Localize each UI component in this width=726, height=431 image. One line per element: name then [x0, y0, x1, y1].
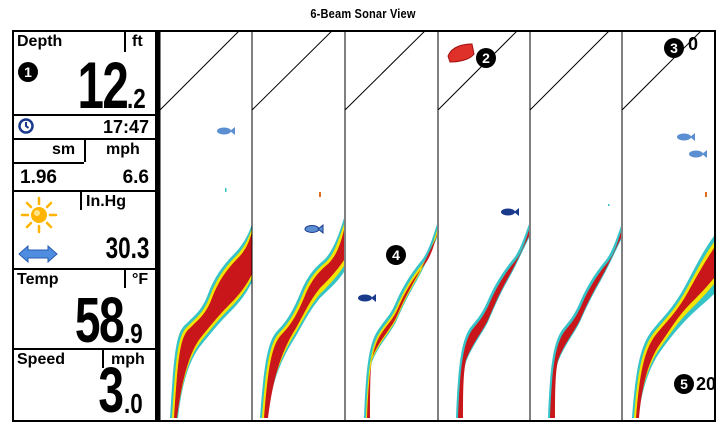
callout-1: 1	[18, 62, 38, 82]
distance-unit: sm	[52, 141, 76, 158]
divider	[14, 162, 84, 164]
temp-label: Temp	[17, 271, 59, 288]
page-title: 6-Beam Sonar View	[310, 6, 416, 21]
temp-value: 58	[74, 284, 125, 356]
fish-mark	[319, 192, 321, 197]
fish-icon	[358, 294, 376, 302]
speed-value-top: 6.6	[122, 167, 149, 188]
sonar-beam-2	[251, 32, 344, 420]
sonar-beam-6: 3 0 5 20	[621, 32, 714, 420]
depth-value: 12	[77, 48, 128, 122]
sonar-beam-5	[529, 32, 621, 420]
sonar-screen: Depth ft 1 12 .2 17:47 sm mph 1.96 6.6 I…	[12, 30, 716, 422]
callout-4: 4	[392, 247, 400, 263]
divider	[14, 114, 155, 116]
speed-label: Speed	[17, 351, 66, 368]
sonar-beam-1	[160, 32, 252, 420]
data-panel: Depth ft 1 12 .2 17:47 sm mph 1.96 6.6 I…	[14, 32, 155, 420]
six-beam-sonar: 4 2 3 0 5 2	[160, 32, 714, 420]
temp-unit: °F	[132, 271, 149, 288]
pressure-value: 30.3	[105, 232, 149, 265]
sonar-beam-4: 2	[437, 32, 529, 420]
fish-mark	[705, 192, 707, 197]
speed-decimal: .0	[124, 388, 143, 419]
clock-icon	[18, 118, 34, 134]
divider	[14, 190, 155, 192]
callout-2: 2	[482, 50, 490, 66]
sonar-beam-3: 4	[344, 32, 437, 420]
callout-3: 3	[670, 40, 678, 56]
sun-icon	[20, 196, 58, 234]
depth-decimal: .2	[127, 83, 146, 114]
divider	[124, 268, 126, 288]
speed-unit-top: mph	[106, 141, 140, 158]
boat-icon	[447, 43, 475, 63]
depth-label: Depth	[17, 33, 63, 50]
scale-top: 0	[688, 34, 698, 54]
pressure-unit: In.Hg	[86, 193, 126, 210]
fish-icon	[501, 208, 519, 216]
fish-icon	[677, 133, 695, 141]
callout-5: 5	[680, 376, 688, 392]
depth-unit: ft	[132, 33, 143, 50]
pressure-arrow-icon	[18, 244, 58, 264]
divider	[84, 140, 86, 162]
divider	[14, 268, 155, 270]
fish-icon	[689, 150, 707, 158]
fish-mark	[608, 204, 610, 206]
divider	[14, 348, 155, 350]
fish-icon	[217, 127, 235, 135]
time-value: 17:47	[102, 117, 149, 137]
scale-bottom: 20	[696, 374, 714, 394]
fish-mark	[225, 188, 227, 192]
speed-value: 3	[98, 354, 125, 422]
temp-decimal: .9	[124, 318, 143, 349]
fish-icon	[304, 224, 324, 234]
divider	[80, 190, 82, 210]
distance-value: 1.96	[20, 167, 57, 188]
